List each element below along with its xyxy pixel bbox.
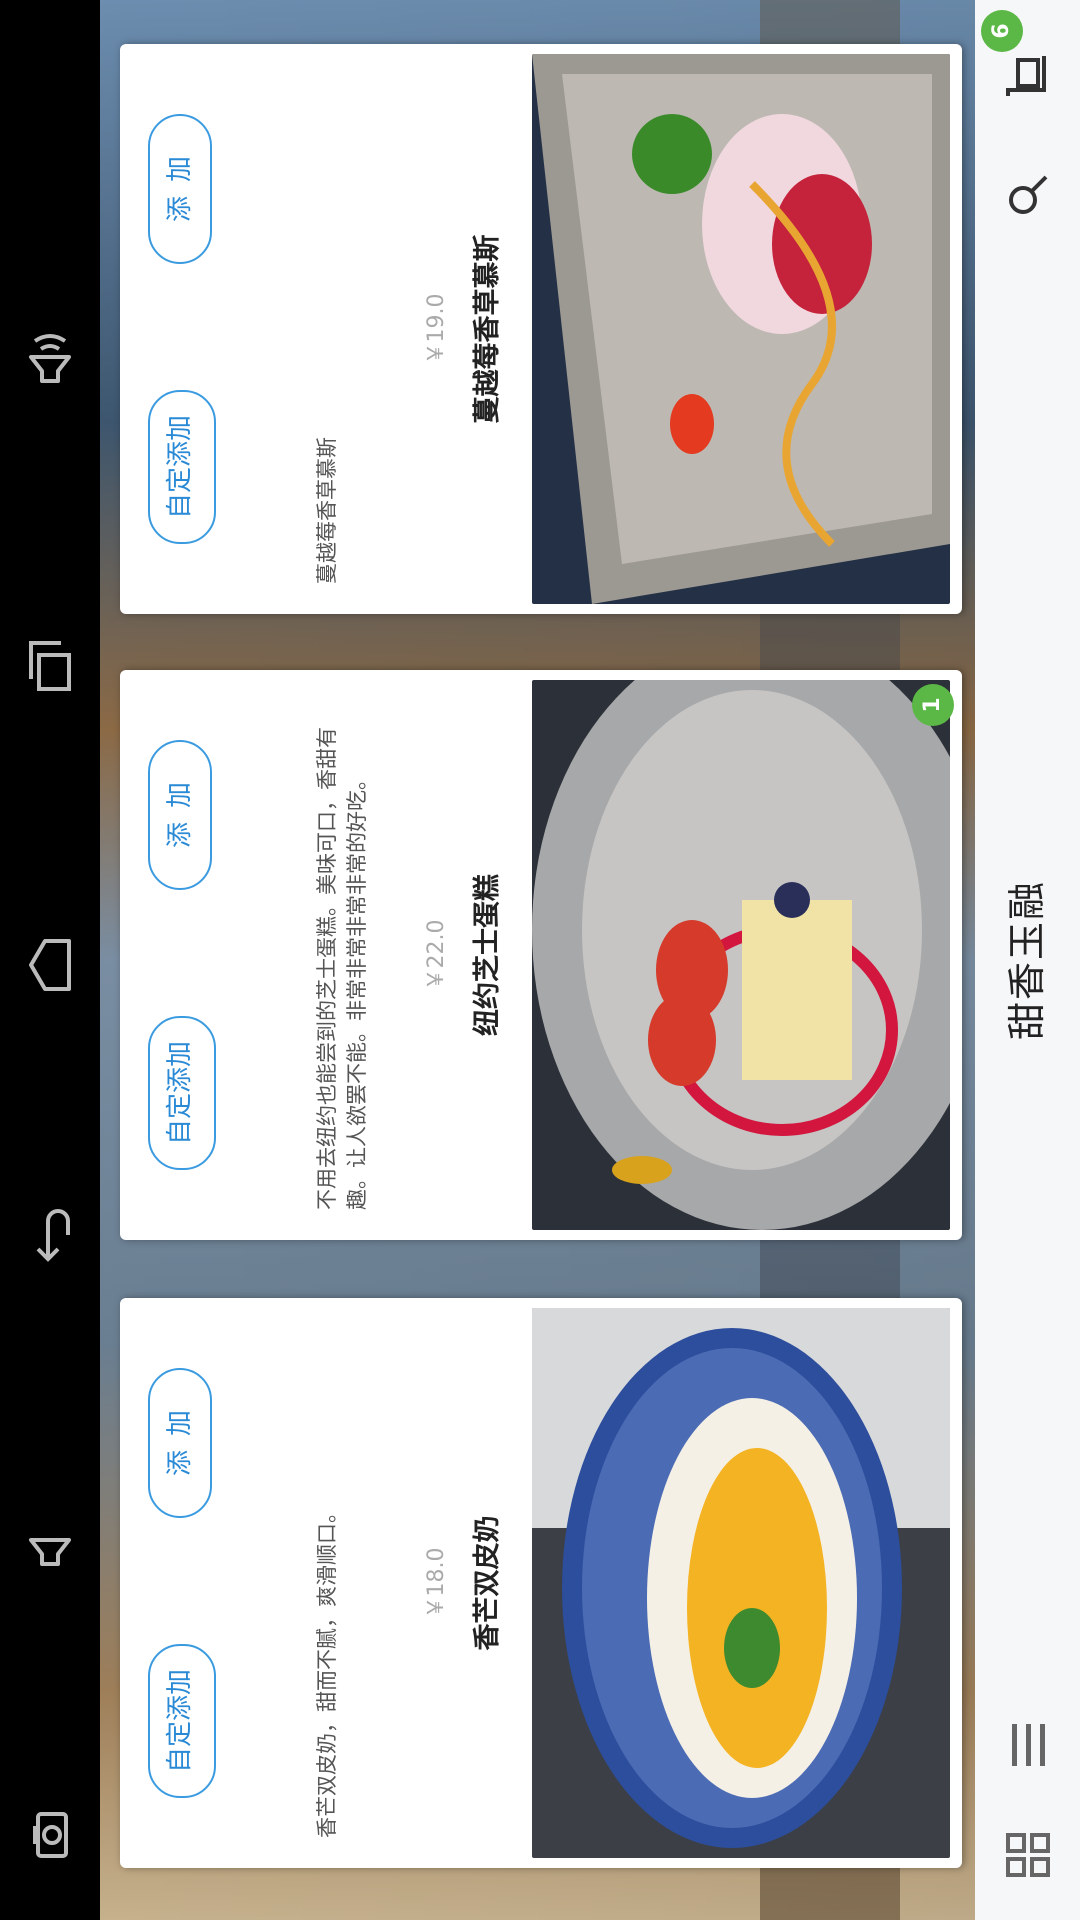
product-photo [532,54,950,604]
product-card[interactable]: 蔓越莓香草慕斯 ￥19.0 蔓越莓香草慕斯 自定添加 添加 [120,44,962,614]
product-description: 不用去纽约也能尝到的芝士蛋糕。美味可口，香甜有趣。让人欲罢不能。非常非常非常非常… [315,727,369,1210]
rotated-landscape-view: 香芒双皮奶 ￥18.0 香芒双皮奶，甜而不腻，爽滑顺口。 自定添加 添加 纽约芝… [0,0,1080,1920]
add-button[interactable]: 添加 [148,740,212,890]
screen: 香芒双皮奶 ￥18.0 香芒双皮奶，甜而不腻，爽滑顺口。 自定添加 添加 纽约芝… [0,0,1080,1920]
custom-add-button[interactable]: 自定添加 [148,390,216,544]
cart-count-badge: 6 [981,10,1023,52]
cart-icon[interactable]: 6 [975,10,1080,130]
camera-icon[interactable] [0,1780,100,1890]
product-price: ￥19.0 [424,293,449,365]
menu-icon[interactable] [975,1700,1080,1790]
product-card[interactable]: 香芒双皮奶 ￥18.0 香芒双皮奶，甜而不腻，爽滑顺口。 自定添加 添加 [120,1298,962,1868]
product-name: 蔓越莓香草慕斯 [472,234,503,424]
product-description: 香芒双皮奶，甜而不腻，爽滑顺口。 [315,1502,339,1838]
app-bar: 甜香玉融 6 [975,0,1080,1920]
add-button[interactable]: 添加 [148,114,212,264]
product-name: 香芒双皮奶 [472,1515,503,1651]
page-title: 甜香玉融 [1005,880,1049,1041]
back-icon[interactable] [0,1180,100,1290]
search-icon[interactable] [975,150,1080,240]
custom-add-button[interactable]: 自定添加 [148,1644,216,1798]
custom-add-button[interactable]: 自定添加 [148,1016,216,1170]
recent-apps-icon[interactable] [0,610,100,720]
system-nav-bar [0,0,100,1920]
volume-up-icon[interactable] [0,300,100,410]
product-photo [532,1308,950,1858]
grid-icon[interactable] [975,1810,1080,1900]
product-name: 纽约芝士蛋糕 [472,874,503,1036]
product-card[interactable]: 纽约芝士蛋糕 ￥22.0 不用去纽约也能尝到的芝士蛋糕。美味可口，香甜有趣。让人… [120,670,962,1240]
product-photo [532,680,950,1230]
product-price: ￥22.0 [424,919,449,991]
product-price: ￥18.0 [424,1547,449,1619]
home-icon[interactable] [0,910,100,1020]
quantity-badge: 1 [912,684,954,726]
product-description: 蔓越莓香草慕斯 [315,437,339,584]
add-button[interactable]: 添加 [148,1368,212,1518]
volume-down-icon[interactable] [0,1490,100,1600]
